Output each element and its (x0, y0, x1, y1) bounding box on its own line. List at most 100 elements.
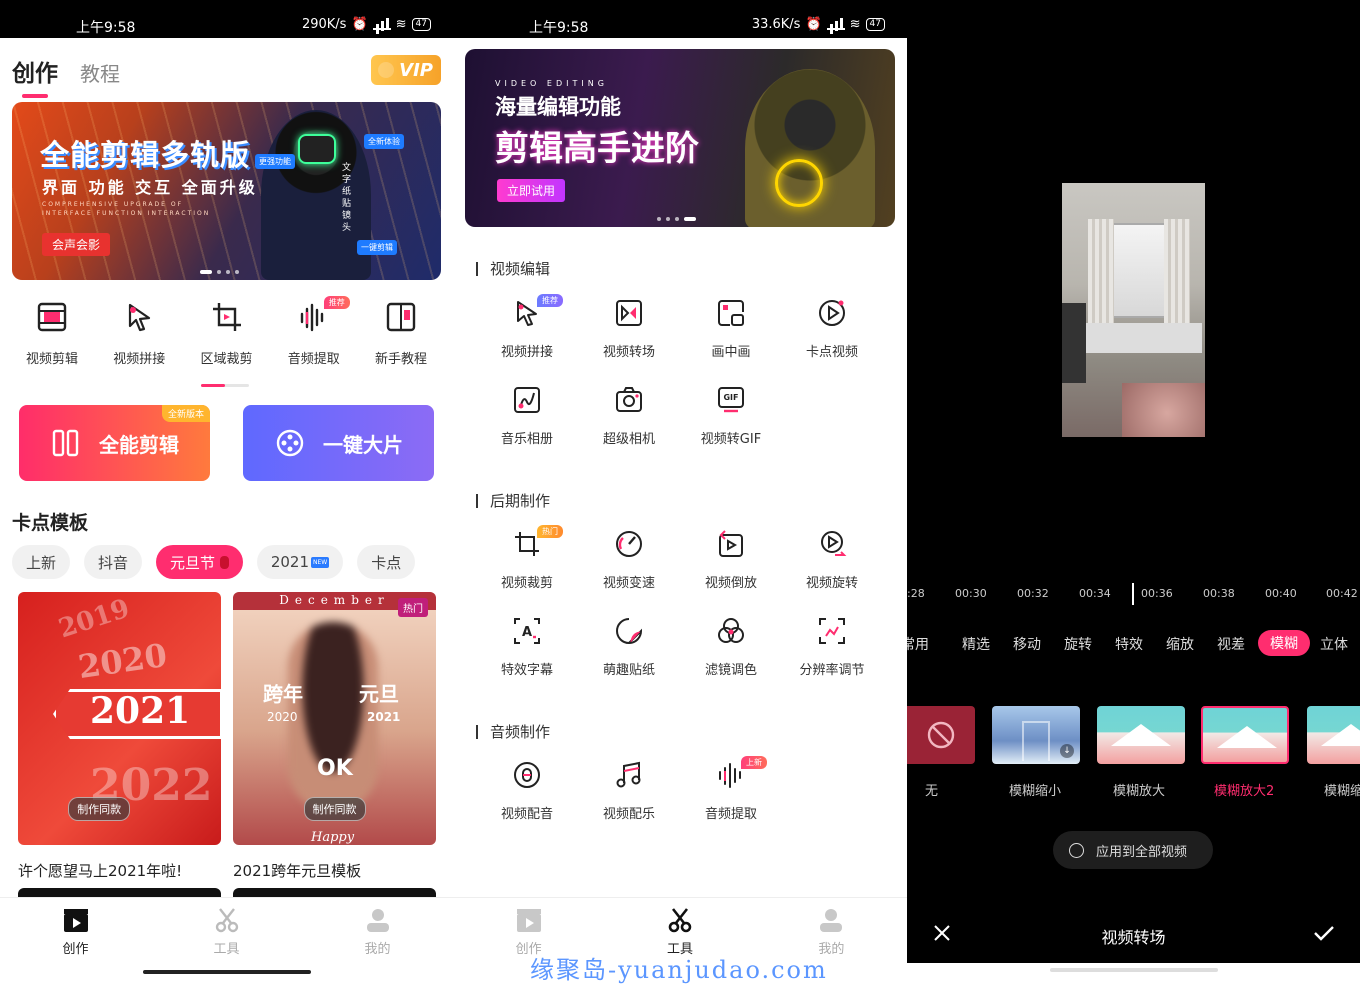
tool-beat-video[interactable]: 卡点视频 (782, 298, 882, 360)
promo-banner[interactable]: 全能剪辑多轨版 界面 功能 交互 全面升级 COMPREHENSIVE UPGR… (12, 102, 441, 280)
quick-scroll-indicator (201, 384, 249, 387)
transition-thumb[interactable] (1097, 706, 1185, 764)
chip-beat[interactable]: 卡点 (357, 545, 416, 579)
phone-transition-editor: :28 00:30 00:32 00:34 00:36 00:38 00:40 … (907, 0, 1360, 982)
network-speed: 33.6K/s (751, 17, 801, 32)
house-image (1217, 726, 1277, 748)
tool-label: 画中画 (711, 345, 751, 360)
status-right: 290K/s ⏰ ≋ 47 (302, 17, 431, 32)
try-now-button[interactable]: 立即试用 (497, 179, 566, 202)
year-text: 2021 (90, 690, 191, 732)
apply-all-toggle[interactable]: 应用到全部视频 (1053, 831, 1213, 869)
template-card[interactable]: December 热门 跨年 2020 元旦 2021 OK 制作同款 Happ… (233, 592, 436, 845)
tab-label: 工具 (213, 942, 240, 957)
chip-douyin[interactable]: 抖音 (84, 545, 143, 579)
film-reel-icon (276, 429, 304, 457)
fx-tab-zoom[interactable]: 缩放 (1166, 634, 1194, 654)
tool-video-crop[interactable]: 热门 视频裁剪 (477, 525, 577, 591)
full-edit-label: 全能剪辑 (99, 432, 179, 457)
bottom-tab-bar: 创作 工具 我的 (0, 897, 453, 982)
quick-video-merge[interactable]: 视频拼接 (99, 300, 179, 367)
house-image (1111, 724, 1171, 746)
fx-tab-parallax[interactable]: 视差 (1217, 634, 1245, 654)
fx-tab-effects[interactable]: 特效 (1115, 634, 1143, 654)
fx-tab-move[interactable]: 移动 (1013, 634, 1041, 654)
full-edit-button[interactable]: 全能剪辑 全新版本 (19, 405, 210, 481)
film-icon (37, 302, 67, 332)
filter-icon (718, 618, 744, 643)
timeline-playhead[interactable] (1132, 583, 1134, 605)
template-card[interactable]: 2019 2020 2021 2022 制作同款 (18, 592, 221, 845)
site-watermark: 缘聚岛-yuanjudao.com (530, 956, 828, 984)
transition-thumb[interactable] (1307, 706, 1360, 764)
transition-thumb-selected[interactable] (1201, 706, 1289, 764)
tool-picture-in-picture[interactable]: 画中画 (681, 298, 781, 360)
year-text: 2020 (75, 635, 170, 687)
editor-title: 视频转场 (1101, 928, 1166, 947)
template-title: 2021跨年元旦模板 (233, 862, 362, 880)
speed-icon (616, 531, 642, 557)
make-same-button[interactable]: 制作同款 (303, 797, 366, 821)
editor-bottom-bar: 视频转场 (907, 910, 1360, 960)
tool-video-reverse[interactable]: 视频倒放 (681, 529, 781, 591)
crop-icon (212, 303, 241, 331)
transition-label: 无 (925, 784, 939, 799)
card-right-big: 元旦 (359, 682, 399, 706)
tool-voiceover[interactable]: 视频配音 (477, 760, 577, 822)
quick-video-edit[interactable]: 视频剪辑 (12, 300, 92, 367)
status-right: 33.6K/s ⏰ ≋ 47 (752, 17, 885, 32)
banner-button[interactable]: 会声会影 (42, 233, 111, 256)
home-indicator (1049, 968, 1218, 972)
tool-music-album[interactable]: 音乐相册 (477, 385, 577, 447)
banner-side-text: 文字纸贴镜头 (342, 163, 352, 233)
chip-label: 2021 (270, 553, 310, 571)
tab-create[interactable]: 创作 (0, 898, 151, 982)
tab-tutorial[interactable]: 教程 (80, 58, 120, 87)
fx-tab-blur[interactable]: 模糊 (1258, 630, 1310, 656)
music-note-icon (616, 761, 641, 788)
one-click-movie-button[interactable]: 一键大片 (243, 405, 434, 481)
card-ok-text: OK (317, 756, 353, 781)
chip-2021[interactable]: 2021 NEW (256, 545, 344, 579)
year-text: 2019 (55, 593, 134, 645)
banner-eyebrow: VIDEO EDITING (495, 79, 608, 88)
fx-tab-rotate[interactable]: 旋转 (1064, 634, 1092, 654)
chip-new-year[interactable]: 元旦节 (156, 545, 243, 579)
quick-audio-extract[interactable]: 推荐 音频提取 (274, 296, 354, 367)
check-icon[interactable] (1312, 922, 1336, 944)
tool-filter-color[interactable]: 滤镜调色 (681, 616, 781, 678)
quick-region-crop[interactable]: 区域裁剪 (187, 300, 267, 367)
recommend-badge: 推荐 (323, 296, 350, 309)
video-preview[interactable] (1062, 183, 1205, 437)
tool-resolution[interactable]: 分辨率调节 (782, 616, 882, 678)
tool-background-music[interactable]: 视频配乐 (579, 760, 679, 822)
rotate-icon (821, 531, 847, 556)
promo-banner[interactable]: VIDEO EDITING 海量编辑功能 剪辑高手进阶 立即试用 (465, 49, 895, 227)
tool-video-speed[interactable]: 视频变速 (579, 529, 679, 591)
tool-video-rotate[interactable]: 视频旋转 (782, 529, 882, 591)
quick-beginner-guide[interactable]: 新手教程 (361, 300, 441, 367)
tool-video-to-gif[interactable]: GIF 视频转GIF (681, 385, 781, 447)
fx-tab-featured[interactable]: 精选 (962, 634, 990, 654)
group-title-text: 后期制作 (490, 492, 551, 510)
tool-effect-subtitle[interactable]: A 特效字幕 (477, 616, 577, 678)
tool-cute-sticker[interactable]: 萌趣贴纸 (579, 616, 679, 678)
book-icon (386, 302, 416, 332)
tool-super-camera[interactable]: 超级相机 (579, 385, 679, 447)
group-title-text: 音频制作 (490, 723, 551, 741)
timeline-tick: 00:38 (1203, 587, 1235, 600)
chip-new[interactable]: 上新 (12, 545, 71, 579)
make-same-button[interactable]: 制作同款 (68, 797, 131, 821)
vip-button[interactable]: VIP (371, 55, 441, 85)
tool-audio-extract[interactable]: 上新 音频提取 (681, 756, 781, 822)
tab-create[interactable]: 创作 (12, 54, 58, 98)
tab-me[interactable]: 我的 (302, 898, 453, 982)
crown-icon (378, 62, 394, 78)
transition-thumb[interactable]: ↓ (992, 706, 1080, 764)
close-icon[interactable] (931, 922, 953, 944)
tool-video-transition[interactable]: 视频转场 (579, 298, 679, 360)
fx-tab-3d[interactable]: 立体 (1320, 634, 1348, 654)
fx-tab-common[interactable]: 常用 (907, 634, 929, 654)
quick-label: 音频提取 (287, 352, 340, 367)
tool-video-merge[interactable]: 推荐 视频拼接 (477, 294, 577, 360)
